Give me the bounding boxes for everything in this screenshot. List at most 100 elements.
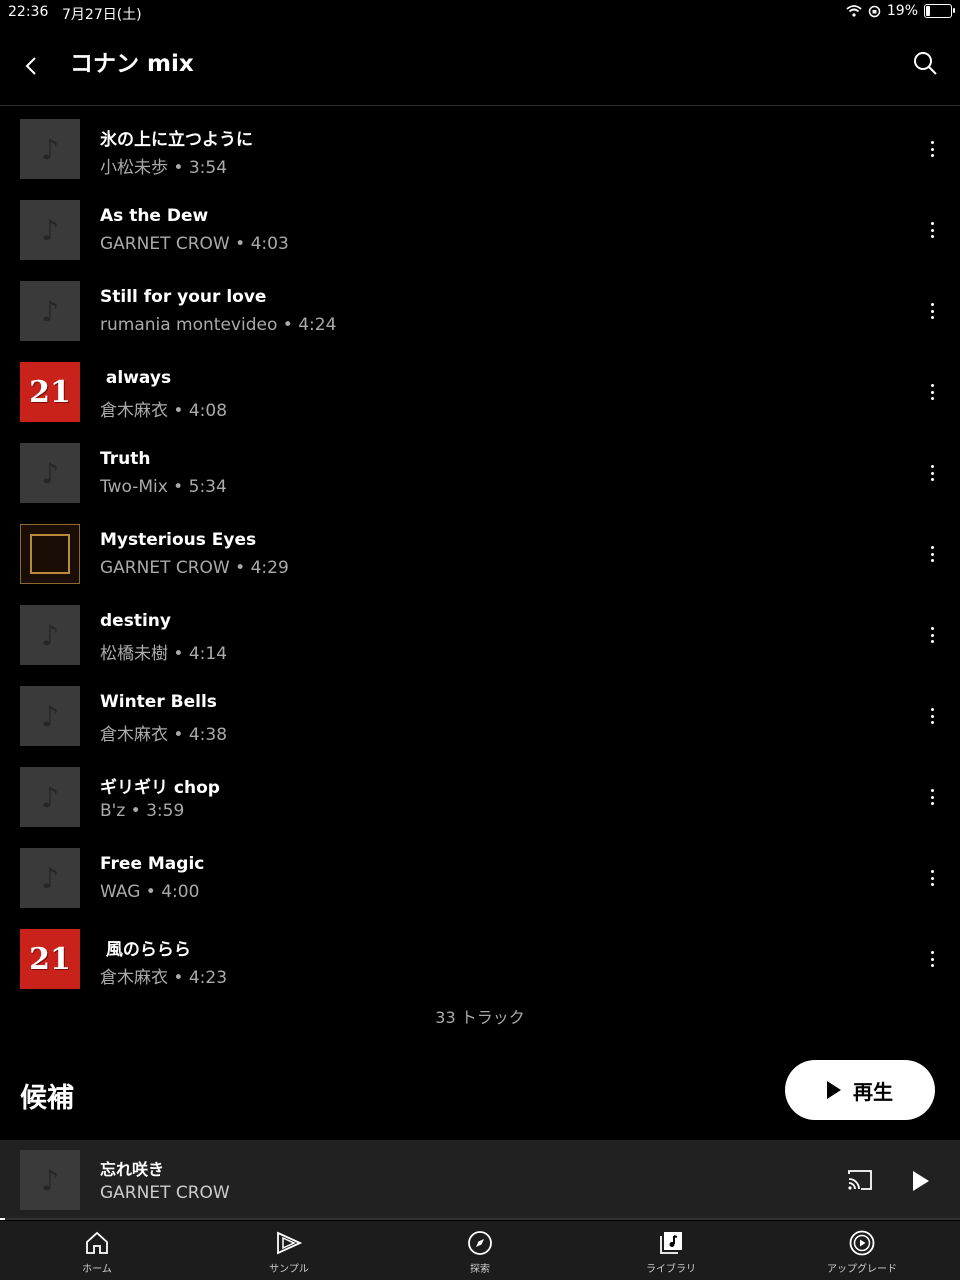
track-artwork xyxy=(20,524,80,584)
more-options-icon[interactable] xyxy=(922,785,942,809)
track-artwork: ♪ xyxy=(20,686,80,746)
play-button-label: 再生 xyxy=(853,1079,893,1104)
track-title: 氷の上に立つように xyxy=(100,130,253,150)
track-artist: 倉木麻衣 xyxy=(100,968,168,988)
more-options-icon[interactable] xyxy=(922,542,942,566)
separator-dot: • xyxy=(167,477,189,497)
status-time: 22:36 xyxy=(8,4,49,20)
music-note-icon: ♪ xyxy=(41,132,59,166)
play-icon xyxy=(827,1081,841,1099)
track-duration: 4:23 xyxy=(188,968,228,988)
bottom-nav: ホーム サンプル 探索 ライブラリ アップグレード xyxy=(0,1221,960,1280)
track-row[interactable]: ♪ 氷の上に立つように小松未歩 • 3:54 xyxy=(0,119,960,200)
track-subtitle: GARNET CROW • 4:03 xyxy=(100,234,289,254)
separator-dot: • xyxy=(168,644,189,664)
more-options-icon[interactable] xyxy=(922,461,942,485)
status-bar: 22:36 7月27日(土) 19% xyxy=(0,0,960,26)
track-title: Free Magic xyxy=(100,854,205,874)
nav-samples-label: サンプル xyxy=(269,1264,309,1275)
track-artist: GARNET CROW xyxy=(100,234,230,254)
track-count: 33 トラック xyxy=(435,1008,525,1027)
track-artist: rumania montevideo xyxy=(100,315,278,335)
track-artwork: ♪ xyxy=(20,200,80,260)
track-row[interactable]: ♪ Still for your love rumania montevideo •… xyxy=(0,281,960,362)
track-artist: 倉木麻衣 xyxy=(100,725,168,745)
battery-percent: 19% xyxy=(886,3,918,19)
music-note-icon: ♪ xyxy=(41,861,59,895)
more-options-icon[interactable] xyxy=(922,704,942,728)
track-artist: 小松未歩 xyxy=(100,158,168,178)
nav-library[interactable]: ライブラリ xyxy=(611,1221,731,1280)
track-row[interactable]: Mysterious Eyes GARNET CROW • 4:29 xyxy=(0,524,960,605)
more-options-icon[interactable] xyxy=(922,947,942,971)
track-artist: 松橋未樹 xyxy=(100,644,168,664)
more-options-icon[interactable] xyxy=(922,218,942,242)
music-note-icon: ♪ xyxy=(41,456,59,490)
more-options-icon[interactable] xyxy=(922,137,942,161)
track-row[interactable]: ♪ ギリギリ chop B'z • 3:59 xyxy=(0,767,960,848)
track-duration: 4:29 xyxy=(250,558,289,578)
track-row[interactable]: ♪ Truth Two-Mix • 5:34 xyxy=(0,443,960,524)
mini-play-icon[interactable] xyxy=(913,1171,929,1191)
track-title: As the Dew xyxy=(100,206,209,226)
more-options-icon[interactable] xyxy=(922,299,942,323)
track-artist: GARNET CROW xyxy=(100,558,230,578)
mini-player-title: 忘れ咲き xyxy=(100,1160,165,1179)
search-icon[interactable] xyxy=(912,50,938,76)
header: コナン mix xyxy=(0,30,960,106)
mini-player[interactable]: ♪ 忘れ咲き GARNET CROW xyxy=(0,1140,960,1220)
track-subtitle: 倉木麻衣 • 4:23 xyxy=(100,963,227,988)
track-row[interactable]: 21 always 倉木麻衣 • 4:08 xyxy=(0,362,960,443)
track-row[interactable]: ♪ As the Dew GARNET CROW • 4:03 xyxy=(0,200,960,281)
playback-progress[interactable] xyxy=(0,1218,960,1220)
track-duration: 4:38 xyxy=(188,725,228,745)
music-note-icon: ♪ xyxy=(41,213,59,247)
chevron-left-icon[interactable] xyxy=(18,50,46,82)
music-note-icon: ♪ xyxy=(41,699,59,733)
nav-home-label: ホーム xyxy=(82,1264,112,1275)
track-duration: 3:59 xyxy=(146,801,185,821)
track-duration: 4:24 xyxy=(298,315,337,335)
battery-icon xyxy=(924,4,955,18)
nav-library-label: ライブラリ xyxy=(646,1264,696,1275)
track-row[interactable]: 21 風のららら倉木麻衣 • 4:23 xyxy=(0,929,960,1010)
nav-samples[interactable]: サンプル xyxy=(229,1221,349,1280)
album-art-text: 21 xyxy=(29,374,71,410)
nav-explore[interactable]: 探索 xyxy=(420,1221,540,1280)
track-subtitle: 小松未歩 • 3:54 xyxy=(100,153,227,178)
cast-icon[interactable] xyxy=(846,1168,874,1192)
track-artwork: ♪ xyxy=(20,848,80,908)
track-row[interactable]: ♪ destiny 松橋未樹 • 4:14 xyxy=(0,605,960,686)
track-subtitle: rumania montevideo • 4:24 xyxy=(100,315,336,335)
page-title: コナン mix xyxy=(70,51,194,77)
more-options-icon[interactable] xyxy=(922,623,942,647)
track-subtitle: 松橋未樹 • 4:14 xyxy=(100,639,227,664)
track-artwork: 21 xyxy=(20,929,80,989)
play-button[interactable]: 再生 xyxy=(785,1060,935,1120)
separator-dot: • xyxy=(168,725,189,745)
track-row[interactable]: ♪ Winter Bells 倉木麻衣 • 4:38 xyxy=(0,686,960,767)
nav-upgrade[interactable]: アップグレード xyxy=(802,1221,922,1280)
track-artist: B'z xyxy=(100,801,126,821)
library-icon xyxy=(660,1232,682,1254)
more-options-icon[interactable] xyxy=(922,866,942,890)
track-artwork: ♪ xyxy=(20,605,80,665)
track-title: 風のららら xyxy=(100,940,191,960)
compass-icon xyxy=(468,1231,492,1255)
separator-dot: • xyxy=(140,882,162,902)
track-artist: 倉木麻衣 xyxy=(100,401,168,421)
track-row[interactable]: ♪ Free Magic WAG • 4:00 xyxy=(0,848,960,929)
track-duration: 4:00 xyxy=(161,882,200,902)
orientation-lock-icon xyxy=(868,5,881,17)
mini-player-artwork: ♪ xyxy=(20,1150,80,1210)
separator-dot: • xyxy=(168,158,189,178)
suggestions-heading: 候補 xyxy=(20,1083,74,1114)
track-subtitle: WAG • 4:00 xyxy=(100,882,199,902)
track-duration: 4:03 xyxy=(250,234,289,254)
separator-dot: • xyxy=(229,234,251,254)
nav-home[interactable]: ホーム xyxy=(37,1221,157,1280)
separator-dot: • xyxy=(168,401,189,421)
more-options-icon[interactable] xyxy=(922,380,942,404)
track-artwork: ♪ xyxy=(20,119,80,179)
track-duration: 4:08 xyxy=(188,401,228,421)
